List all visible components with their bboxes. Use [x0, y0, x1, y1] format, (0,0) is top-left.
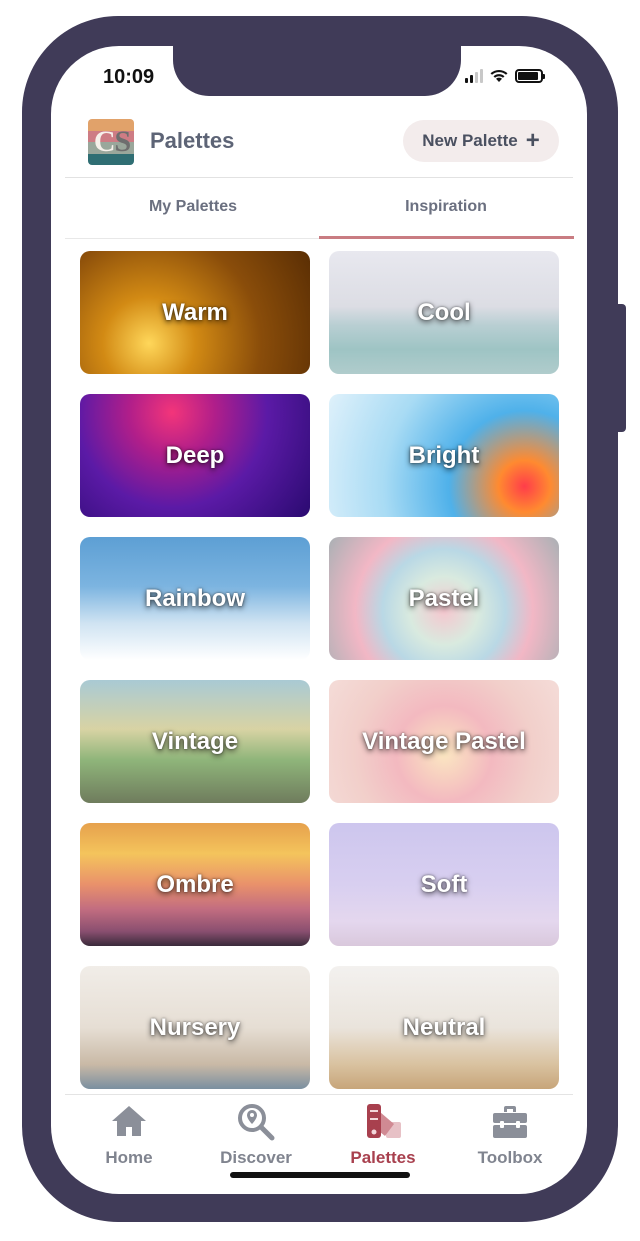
notch [173, 46, 461, 96]
new-palette-button[interactable]: New Palette + [403, 120, 559, 162]
plus-icon: + [525, 127, 540, 154]
category-label: Nursery [149, 1013, 241, 1041]
category-label: Warm [162, 298, 228, 326]
category-label: Neutral [402, 1013, 486, 1041]
category-tile-nursery[interactable]: Nursery [80, 966, 310, 1089]
home-indicator [230, 1172, 410, 1178]
category-label: Vintage [151, 727, 239, 755]
category-tile-rainbow[interactable]: Rainbow [80, 537, 310, 660]
app-screen: 10:09 CS Palettes New Palette + My Palet… [51, 46, 587, 1194]
category-tile-warm[interactable]: Warm [80, 251, 310, 374]
category-label: Rainbow [145, 584, 245, 612]
cellular-signal-icon [465, 69, 483, 83]
discover-icon [238, 1104, 275, 1141]
category-label: Ombre [156, 870, 234, 898]
category-tile-vintage-pastel[interactable]: Vintage Pastel [329, 680, 559, 803]
header-divider [65, 177, 573, 178]
nav-label: Discover [220, 1148, 292, 1167]
nav-item-discover[interactable]: Discover [196, 1102, 316, 1168]
category-tile-ombre[interactable]: Ombre [80, 823, 310, 946]
category-tile-bright[interactable]: Bright [329, 394, 559, 517]
tab-divider [65, 238, 319, 239]
phone-side-button [616, 304, 626, 432]
nav-label: Palettes [350, 1148, 416, 1167]
inspiration-grid: Warm Cool Deep Bright Rainbow Pastel Vin… [80, 251, 560, 1094]
page-title: Palettes [150, 128, 235, 153]
nav-item-home[interactable]: Home [69, 1102, 189, 1168]
category-tile-soft[interactable]: Soft [329, 823, 559, 946]
home-icon [112, 1106, 146, 1136]
nav-label: Toolbox [477, 1148, 543, 1167]
tab-my-palettes[interactable]: My Palettes [66, 198, 320, 216]
tab-bar-divider [65, 1094, 573, 1095]
category-label: Cool [417, 298, 471, 326]
category-tile-cool[interactable]: Cool [329, 251, 559, 374]
nav-item-palettes[interactable]: Palettes [323, 1102, 443, 1168]
status-icons [465, 68, 545, 83]
category-tile-deep[interactable]: Deep [80, 394, 310, 517]
category-tile-pastel[interactable]: Pastel [329, 537, 559, 660]
category-label: Vintage Pastel [362, 727, 526, 755]
battery-icon [515, 69, 545, 83]
app-logo: CS [88, 119, 134, 165]
category-label: Soft [420, 870, 468, 898]
active-tab-indicator [319, 236, 574, 239]
new-palette-label: New Palette [422, 131, 518, 150]
nav-label: Home [105, 1148, 153, 1167]
tab-inspiration[interactable]: Inspiration [319, 198, 573, 216]
palettes-icon [367, 1104, 401, 1138]
toolbox-icon [493, 1106, 527, 1138]
category-label: Pastel [408, 584, 480, 612]
category-tile-neutral[interactable]: Neutral [329, 966, 559, 1089]
wifi-icon [490, 69, 508, 82]
status-time: 10:09 [103, 66, 155, 88]
category-label: Deep [165, 441, 225, 469]
category-label: Bright [408, 441, 480, 469]
logo-mark: CS [93, 125, 131, 158]
category-tile-vintage[interactable]: Vintage [80, 680, 310, 803]
nav-item-toolbox[interactable]: Toolbox [450, 1102, 570, 1168]
